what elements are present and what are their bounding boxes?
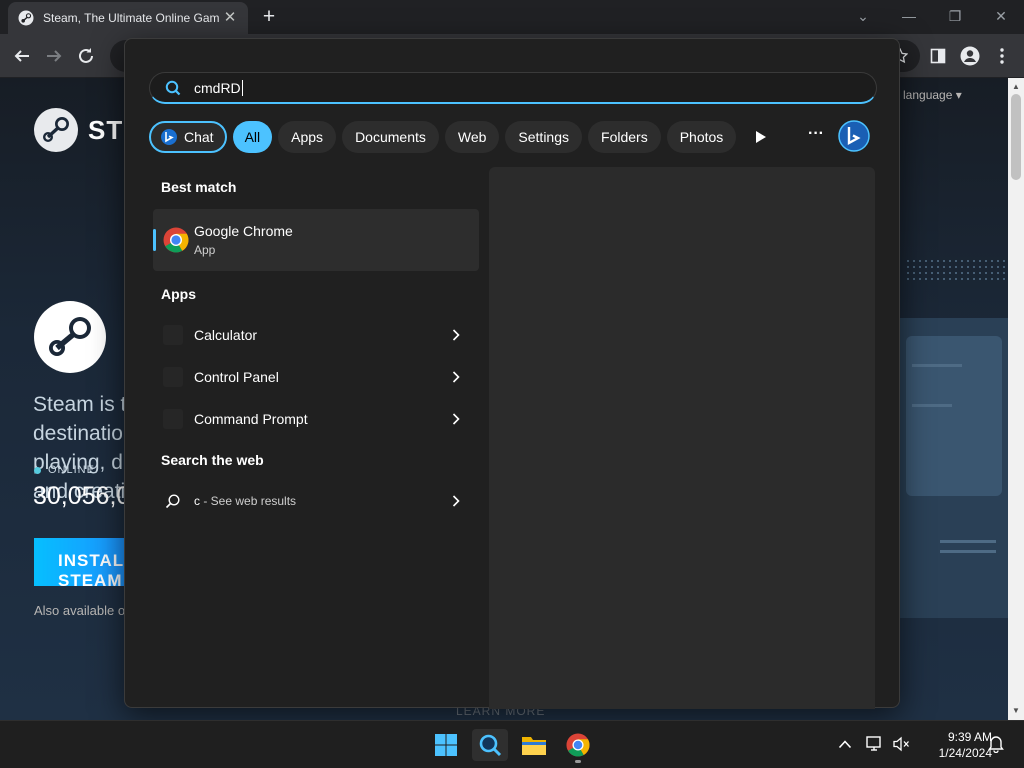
filter-documents[interactable]: Documents <box>342 121 439 153</box>
chrome-taskbar-button[interactable] <box>560 729 596 761</box>
taskbar-search-icon <box>479 734 502 757</box>
app-result-control-panel[interactable]: Control Panel <box>153 357 479 397</box>
best-match-name: Google Chrome <box>194 223 293 239</box>
calculator-icon <box>163 325 183 345</box>
chrome-menu-icon[interactable] <box>990 44 1014 68</box>
app-result-calculator[interactable]: Calculator <box>153 315 479 355</box>
also-available-text: Also available on: <box>34 603 136 618</box>
chevron-right-icon[interactable] <box>449 493 463 509</box>
restore-button[interactable]: ❐ <box>940 4 970 28</box>
filter-settings[interactable]: Settings <box>505 121 583 153</box>
scroll-down-arrow-icon[interactable]: ▼ <box>1011 706 1021 716</box>
scrollbar-thumb[interactable] <box>1011 94 1021 180</box>
forward-arrow-icon[interactable] <box>42 44 66 68</box>
filter-folders[interactable]: Folders <box>588 121 661 153</box>
filter-chat[interactable]: Chat <box>149 121 227 153</box>
search-box[interactable]: cmdRD <box>149 72 877 104</box>
artwork-line <box>912 404 952 407</box>
best-match-heading: Best match <box>161 179 237 195</box>
selection-accent <box>153 229 156 251</box>
online-count: 30,056,0 <box>33 482 131 510</box>
web-search-icon <box>165 493 181 509</box>
file-explorer-button[interactable] <box>516 729 552 761</box>
clock-date: 1/24/2024 <box>938 746 992 760</box>
filter-photos[interactable]: Photos <box>666 121 737 153</box>
folder-icon <box>522 737 546 755</box>
more-filters-play-icon[interactable] <box>751 127 771 147</box>
tab-search-icon[interactable]: ⌄ <box>848 4 878 28</box>
app-result-label: Calculator <box>194 327 258 343</box>
notifications-bell-icon[interactable] <box>987 735 1005 753</box>
language-selector[interactable]: language ▾ <box>903 88 962 102</box>
taskbar: 9:39 AM 1/24/2024 <box>0 720 1024 768</box>
chevron-right-icon[interactable] <box>449 411 463 427</box>
artwork-line <box>940 540 996 543</box>
chrome-taskbar-icon <box>566 733 590 757</box>
start-button[interactable] <box>428 729 464 761</box>
hero-artwork-window <box>906 336 1002 496</box>
new-tab-button[interactable]: + <box>258 6 280 28</box>
online-label: ONLINE <box>48 464 95 476</box>
tab-close-icon[interactable]: ✕ <box>222 10 238 26</box>
steam-favicon-icon <box>18 10 34 26</box>
show-hidden-icons-chevron-icon[interactable] <box>836 735 854 753</box>
volume-muted-icon[interactable] <box>892 735 910 753</box>
chrome-icon <box>163 227 189 253</box>
bing-icon[interactable] <box>838 120 870 152</box>
browser-tabstrip: Steam, The Ultimate Online Game Platform… <box>0 0 1024 34</box>
filter-chat-label: Chat <box>184 129 214 145</box>
window-close-button[interactable]: ✕ <box>986 4 1016 28</box>
bing-chat-icon <box>161 129 177 145</box>
chrome-running-indicator <box>575 760 581 763</box>
tab-title: Steam, The Ultimate Online Game Platform <box>43 11 219 25</box>
chevron-right-icon[interactable] <box>449 369 463 385</box>
network-icon[interactable] <box>866 735 884 753</box>
taskbar-search-button[interactable] <box>472 729 508 761</box>
artwork-line <box>912 364 962 367</box>
minimize-button[interactable]: — <box>894 4 924 28</box>
scroll-up-arrow-icon[interactable]: ▲ <box>1011 82 1021 92</box>
app-result-label: Control Panel <box>194 369 279 385</box>
web-search-result[interactable]: c - See web results <box>153 481 479 521</box>
best-match-result[interactable]: Google Chrome App <box>153 209 479 271</box>
filter-all[interactable]: All <box>232 121 273 153</box>
windows-logo-icon <box>435 734 457 756</box>
browser-tab-steam[interactable]: Steam, The Ultimate Online Game Platform… <box>8 2 248 34</box>
app-result-command-prompt[interactable]: Command Prompt <box>153 399 479 439</box>
filter-apps[interactable]: Apps <box>278 121 337 153</box>
result-preview-pane <box>489 167 875 709</box>
search-web-heading: Search the web <box>161 452 264 468</box>
apps-heading: Apps <box>161 286 196 302</box>
online-status-dot <box>34 467 41 474</box>
taskbar-clock[interactable]: 9:39 AM 1/24/2024 <box>916 729 992 761</box>
search-icon <box>164 79 182 97</box>
reload-icon[interactable] <box>74 44 98 68</box>
artwork-line <box>940 550 996 553</box>
app-result-label: Command Prompt <box>194 411 308 427</box>
back-arrow-icon[interactable] <box>10 44 34 68</box>
web-result-suffix: - See web results <box>200 494 297 508</box>
web-result-label: c - See web results <box>194 494 296 508</box>
filter-web[interactable]: Web <box>444 121 500 153</box>
control-panel-icon <box>163 367 183 387</box>
decorative-dot-pattern <box>905 258 1005 282</box>
text-caret <box>241 79 243 96</box>
search-input[interactable]: cmdRD <box>194 80 241 96</box>
search-filter-bar: Chat All Apps Documents Web Settings Fol… <box>149 121 742 153</box>
steam-logo-large-icon <box>34 301 106 373</box>
profile-avatar-icon[interactable] <box>958 44 982 68</box>
steam-logo-icon[interactable] <box>34 108 78 152</box>
clock-time: 9:39 AM <box>947 730 992 744</box>
best-match-type: App <box>194 243 216 257</box>
command-prompt-icon <box>163 409 183 429</box>
chevron-right-icon[interactable] <box>449 327 463 343</box>
windows-search-panel: cmdRD Chat All Apps Documents Web Settin… <box>124 38 900 709</box>
side-panel-icon[interactable] <box>926 44 950 68</box>
more-options-icon[interactable]: ··· <box>805 125 827 147</box>
